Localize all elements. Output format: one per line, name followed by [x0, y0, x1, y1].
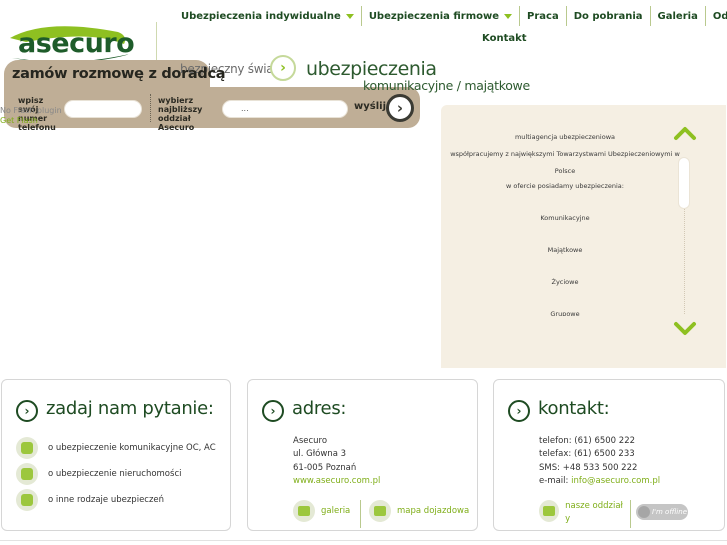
camera-icon [293, 500, 315, 522]
question-text: o inne rodzaje ubezpieczeń [48, 495, 165, 505]
arrow-right-icon: › [270, 55, 296, 81]
nav-label: Do pobrania [573, 10, 643, 22]
card-contact: › kontakt: telefon: (61) 6500 222 telefa… [493, 379, 725, 531]
email-label: e-mail: [539, 476, 569, 486]
scroll-up-icon[interactable] [673, 125, 697, 141]
map-label: mapa dojazdowa [397, 506, 470, 516]
office-label: wybierz najbliższy oddział Asecuro [158, 96, 203, 132]
plugin-notice-text: No Flash plugin [0, 106, 62, 115]
info-line: Majątkowe [547, 246, 583, 254]
question-text: o ubezpieczenie komunikacyjne OC, AC [48, 443, 216, 453]
card-address: › adres: Asecuro ul. Główna 3 61-005 Poz… [247, 379, 478, 531]
main-nav: Ubezpieczenia indywidualne Ubezpieczenia… [174, 6, 727, 26]
offices-link[interactable]: nasze oddział y [539, 500, 625, 526]
nav-label: Ubezpieczenia firmowe [368, 10, 500, 22]
headline: ubezpieczenia [306, 58, 437, 80]
info-line: multiagencja ubezpieczeniowa [514, 133, 616, 141]
nav-item-contact[interactable]: Kontakt [475, 33, 534, 44]
address-line: ul. Główna 3 [293, 449, 347, 459]
info-line: Komunikacyjne [540, 214, 590, 222]
arrow-right-icon: › [508, 400, 530, 422]
question-item[interactable]: o inne rodzaje ubezpieczeń [16, 489, 164, 511]
email-link[interactable]: info@asecuro.com.pl [571, 476, 660, 486]
send-label: wyślij [354, 101, 386, 112]
card-title: zadaj nam pytanie: [46, 398, 214, 419]
info-line: w ofercie posiadamy ubezpieczenia: [506, 182, 624, 190]
nav-label: Ubezpieczenia indywidualne [181, 10, 341, 22]
map-icon [369, 500, 391, 522]
scroll-down-icon[interactable] [673, 321, 697, 337]
card-title: kontakt: [538, 398, 610, 419]
nav-item-gallery[interactable]: Galeria [651, 6, 706, 26]
map-link[interactable]: mapa dojazdowa [369, 500, 469, 522]
chat-status-badge[interactable]: I'm offline [636, 504, 688, 520]
headline-sub: komunikacyjne / majątkowe [363, 78, 530, 93]
address-line: Asecuro [293, 436, 328, 446]
website-link[interactable]: www.asecuro.com.pl [293, 476, 380, 486]
arrow-right-icon: › [16, 400, 38, 422]
nav-item-individual[interactable]: Ubezpieczenia indywidualne [174, 6, 362, 26]
card-title: adres: [292, 398, 347, 419]
nav-item-branches[interactable]: Oddziały [706, 6, 727, 26]
scroll-thumb[interactable] [678, 157, 690, 209]
arrow-right-icon: › [396, 99, 404, 117]
chat-bubble-icon [638, 506, 650, 518]
divider [360, 500, 361, 528]
callback-divider [150, 94, 152, 122]
email-line: e-mail: info@asecuro.com.pl [539, 476, 660, 486]
chevron-down-icon [345, 13, 354, 19]
question-item[interactable]: o ubezpieczenie komunikacyjne OC, AC [16, 437, 216, 459]
gallery-link[interactable]: galeria [293, 500, 350, 522]
address-line: 61-005 Poznań [293, 463, 357, 473]
sms-line: SMS: +48 533 500 222 [539, 463, 638, 473]
chevron-down-icon [504, 13, 513, 19]
lock-icon [16, 463, 38, 485]
offline-label: I'm offline [652, 508, 687, 516]
phone-input[interactable] [64, 100, 142, 118]
info-line: Życiowe [551, 278, 579, 286]
logo[interactable]: asecuro [18, 28, 135, 59]
info-line: Polsce [554, 167, 576, 175]
nav-item-jobs[interactable]: Praca [520, 6, 567, 26]
plugin-notice: No Flash plugin Get Flash [0, 106, 62, 126]
question-item[interactable]: o ubezpieczenie nieruchomości [16, 463, 181, 485]
nav-label: Praca [527, 10, 559, 22]
nav-item-downloads[interactable]: Do pobrania [567, 6, 651, 26]
footer-divider [0, 540, 727, 541]
leaf-icon [16, 489, 38, 511]
info-line: współpracujemy z największymi Towarzystw… [450, 150, 680, 158]
divider [630, 500, 631, 528]
car-icon [16, 437, 38, 459]
callback-title: zamów rozmowę z doradcą [12, 66, 226, 82]
arrow-right-icon: › [262, 400, 284, 422]
fax-line: telefax: (61) 6500 233 [539, 449, 635, 459]
gallery-label: galeria [321, 506, 351, 516]
phone-line: telefon: (61) 6500 222 [539, 436, 636, 446]
offices-label: nasze oddział y [565, 501, 623, 524]
get-flash-link[interactable]: Get Flash [0, 116, 38, 125]
question-text: o ubezpieczenie nieruchomości [48, 469, 182, 479]
nav-label: Oddziały [712, 10, 727, 22]
info-line: Grupowe [550, 310, 580, 316]
send-button[interactable]: › [386, 94, 414, 122]
nav-item-business[interactable]: Ubezpieczenia firmowe [362, 6, 521, 26]
office-select[interactable]: ... [222, 100, 348, 118]
nav-label: Galeria [657, 10, 698, 22]
building-icon [539, 500, 560, 522]
card-question: › zadaj nam pytanie: o ubezpieczenie kom… [1, 379, 231, 531]
